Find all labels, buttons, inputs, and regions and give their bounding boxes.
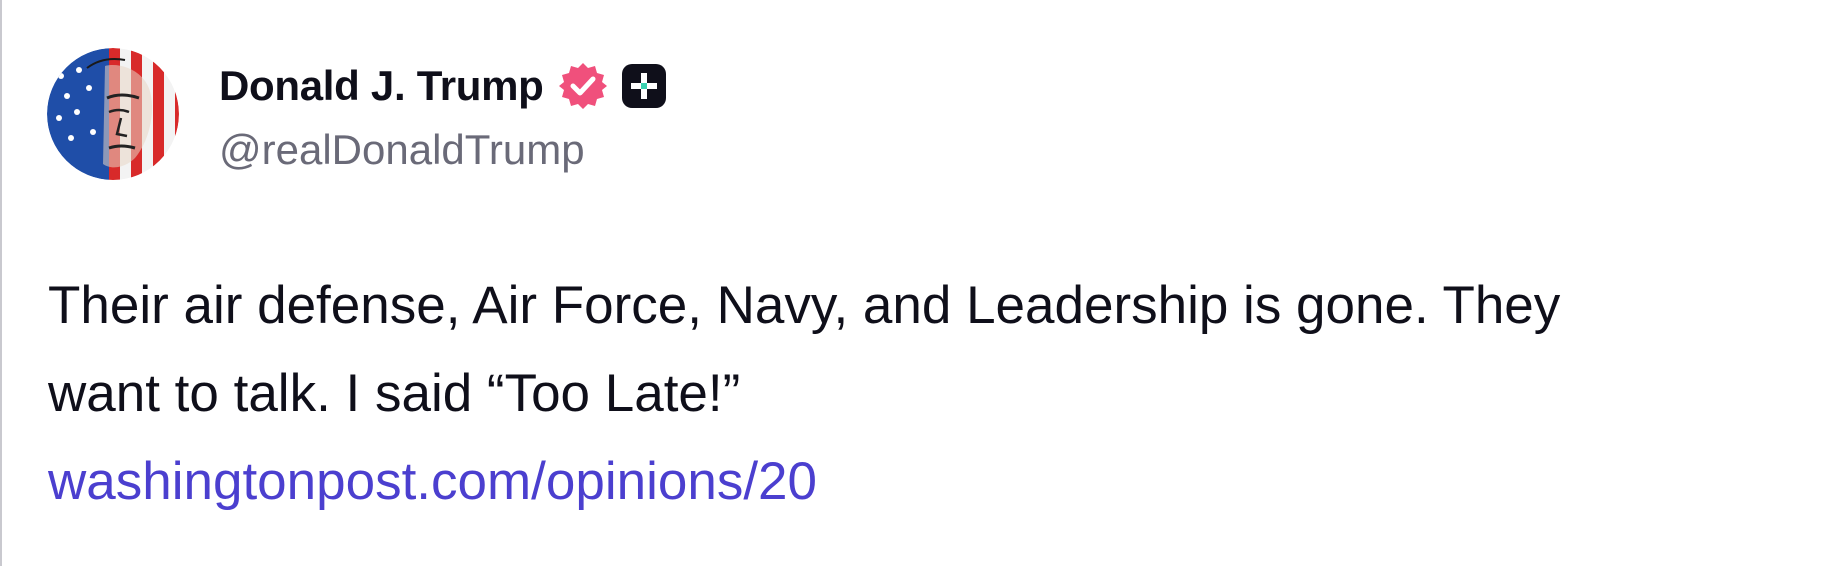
name-row: Donald J. Trump [219,54,666,118]
author-identity: Donald J. Trump @realDonaldTrump [219,48,666,180]
plus-badge-icon [621,64,666,108]
verified-badge-icon [558,61,608,111]
post-header: Donald J. Trump @realDonaldTrump [47,48,666,180]
post-link[interactable]: washingtonpost.com/opinions/20 [48,438,1788,526]
author-display-name[interactable]: Donald J. Trump [219,62,544,110]
post-body: Their air defense, Air Force, Navy, and … [48,262,1788,526]
post-text-line-1: Their air defense, Air Force, Navy, and … [48,276,1561,335]
author-handle[interactable]: @realDonaldTrump [219,126,666,174]
post-text-line-2: want to talk. I said “Too Late!” [48,364,741,423]
avatar[interactable] [47,48,179,180]
flag-portrait-avatar-icon [47,48,179,180]
post-card: Donald J. Trump @realDonaldTrump Their a… [0,0,1827,566]
